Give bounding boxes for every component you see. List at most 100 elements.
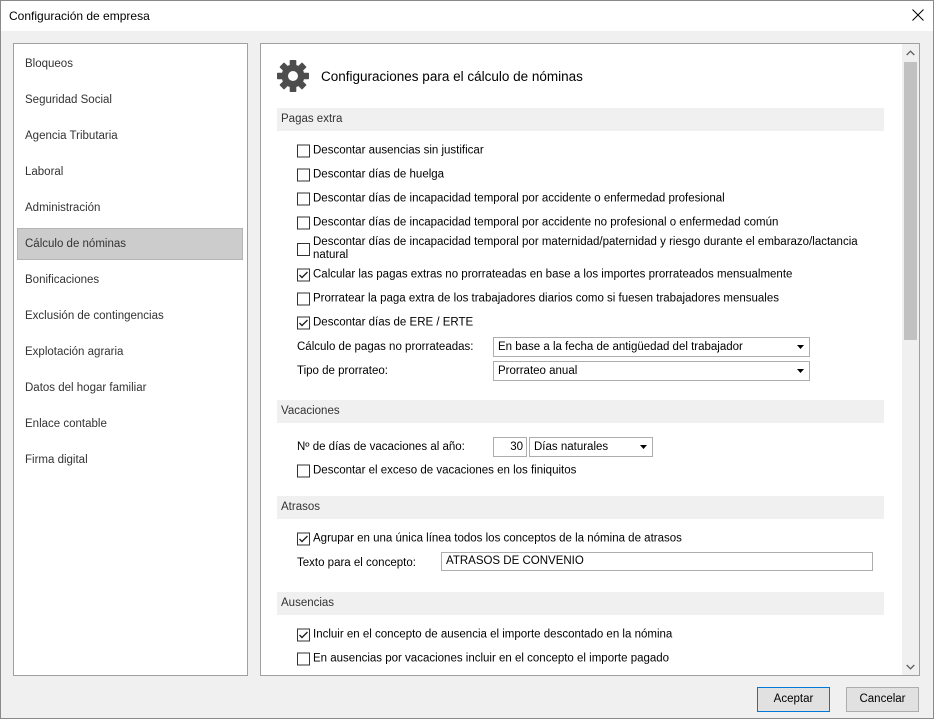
settings-scroll-area: Configuraciones para el cálculo de nómin… bbox=[261, 44, 902, 675]
checkbox-descontar-dias-ere-erte[interactable]: Descontar días de ERE / ERTE bbox=[297, 316, 474, 330]
checkbox[interactable] bbox=[297, 192, 310, 206]
checkbox-label: Descontar días de huelga bbox=[313, 168, 445, 181]
sidebar-item-laboral[interactable]: Laboral bbox=[17, 156, 243, 188]
window-title: Configuración de empresa bbox=[9, 9, 150, 23]
checkmark-icon bbox=[299, 319, 308, 327]
sidebar-item-label: Exclusión de contingencias bbox=[25, 310, 164, 322]
sidebar-item-explotacion-agraria[interactable]: Explotación agraria bbox=[17, 336, 243, 368]
checkbox[interactable] bbox=[297, 652, 310, 666]
sidebar-item-label: Seguridad Social bbox=[25, 94, 112, 106]
checkbox-calcular-pagas-prorrateadas[interactable]: Calcular las pagas extras no prorrateada… bbox=[297, 268, 793, 282]
sidebar-item-label: Laboral bbox=[25, 166, 64, 178]
section-header-atrasos: Atrasos bbox=[277, 496, 884, 519]
checkbox-descontar-it-accidente-no-profesional[interactable]: Descontar días de incapacidad temporal p… bbox=[297, 216, 779, 230]
checkbox-prorratear-paga-trabajadores-diarios[interactable]: Prorratear la paga extra de los trabajad… bbox=[297, 292, 780, 306]
sidebar-item-label: Agencia Tributaria bbox=[25, 130, 118, 142]
title-bar: Configuración de empresa bbox=[0, 0, 934, 31]
sidebar-item-label: Explotación agraria bbox=[25, 346, 124, 358]
checkbox-label: Descontar días de incapacidad temporal p… bbox=[313, 216, 779, 229]
chevron-down-icon bbox=[906, 664, 915, 670]
settings-content-panel: Configuraciones para el cálculo de nómin… bbox=[260, 43, 920, 676]
chevron-up-icon bbox=[906, 49, 915, 55]
checkbox-agrupar-atrasos[interactable]: Agrupar en una única línea todos los con… bbox=[297, 532, 682, 546]
checkbox[interactable] bbox=[297, 216, 310, 230]
dropdown-arrow-icon bbox=[797, 345, 804, 349]
checkbox-label: Descontar ausencias sin justificar bbox=[313, 144, 484, 157]
checkmark-icon bbox=[299, 271, 308, 279]
sidebar-item-label: Datos del hogar familiar bbox=[25, 382, 147, 394]
scroll-down-button[interactable] bbox=[902, 658, 919, 675]
checkbox[interactable] bbox=[297, 316, 310, 330]
close-icon bbox=[912, 9, 924, 21]
texto-concepto-label: Texto para el concepto: bbox=[297, 557, 416, 569]
sidebar-item-label: Firma digital bbox=[25, 454, 88, 466]
sidebar-item-bloqueos[interactable]: Bloqueos bbox=[17, 48, 243, 80]
checkbox[interactable] bbox=[297, 628, 310, 642]
checkbox-descontar-ausencias-sin-justificar[interactable]: Descontar ausencias sin justificar bbox=[297, 144, 484, 158]
sidebar-item-calculo-nominas[interactable]: Cálculo de nóminas bbox=[17, 228, 243, 260]
scrollbar-thumb[interactable] bbox=[904, 62, 917, 340]
checkbox[interactable] bbox=[297, 532, 310, 546]
close-button[interactable] bbox=[906, 4, 930, 26]
settings-category-list: Bloqueos Seguridad Social Agencia Tribut… bbox=[13, 43, 248, 676]
sidebar-item-administracion[interactable]: Administración bbox=[17, 192, 243, 224]
company-settings-dialog: Configuración de empresa Bloqueos Seguri… bbox=[0, 0, 934, 719]
checkbox-descontar-exceso-vacaciones[interactable]: Descontar el exceso de vacaciones en los… bbox=[297, 464, 577, 478]
vertical-scrollbar[interactable] bbox=[902, 44, 919, 675]
sidebar-item-exclusion-contingencias[interactable]: Exclusión de contingencias bbox=[17, 300, 243, 332]
checkbox-descontar-it-maternidad-paternidad[interactable]: Descontar días de incapacidad temporal p… bbox=[297, 236, 873, 262]
sidebar-item-firma-digital[interactable]: Firma digital bbox=[17, 444, 243, 476]
checkbox-label: Descontar días de incapacidad temporal p… bbox=[313, 236, 858, 261]
checkbox-label: Descontar días de incapacidad temporal p… bbox=[313, 192, 725, 205]
tipo-prorrateo-label: Tipo de prorrateo: bbox=[297, 365, 388, 377]
checkbox[interactable] bbox=[297, 268, 310, 282]
texto-concepto-input[interactable]: ATRASOS DE CONVENIO bbox=[441, 552, 873, 571]
checkbox-descontar-dias-huelga[interactable]: Descontar días de huelga bbox=[297, 168, 445, 182]
sidebar-item-bonificaciones[interactable]: Bonificaciones bbox=[17, 264, 243, 296]
sidebar-item-label: Bloqueos bbox=[25, 58, 73, 70]
tipo-prorrateo-dropdown[interactable]: Prorrateo anual bbox=[493, 361, 810, 381]
dropdown-arrow-icon bbox=[640, 445, 647, 449]
checkbox[interactable] bbox=[297, 168, 310, 182]
sidebar-item-datos-hogar-familiar[interactable]: Datos del hogar familiar bbox=[17, 372, 243, 404]
checkbox[interactable] bbox=[297, 144, 310, 158]
checkmark-icon bbox=[299, 631, 308, 639]
dropdown-selected-value: En base a la fecha de antigüedad del tra… bbox=[498, 341, 743, 353]
page-title: Configuraciones para el cálculo de nómin… bbox=[321, 69, 583, 84]
calculo-pagas-label: Cálculo de pagas no prorrateadas: bbox=[297, 341, 474, 353]
checkbox-label: Descontar días de ERE / ERTE bbox=[313, 316, 474, 329]
section-header-ausencias: Ausencias bbox=[277, 592, 884, 615]
dias-vacaciones-label: Nº de días de vacaciones al año: bbox=[297, 441, 465, 453]
checkmark-icon bbox=[299, 535, 308, 543]
checkbox[interactable] bbox=[297, 242, 310, 256]
checkbox[interactable] bbox=[297, 464, 310, 478]
gear-icon bbox=[277, 60, 309, 92]
sidebar-item-agencia-tributaria[interactable]: Agencia Tributaria bbox=[17, 120, 243, 152]
section-header-pagas-extra: Pagas extra bbox=[277, 108, 884, 131]
checkbox-label: Prorratear la paga extra de los trabajad… bbox=[313, 292, 780, 305]
dropdown-selected-value: Días naturales bbox=[534, 441, 609, 453]
section-header-vacaciones: Vacaciones bbox=[277, 400, 884, 423]
checkbox-label: Incluir en el concepto de ausencia el im… bbox=[313, 628, 673, 641]
calculo-pagas-dropdown[interactable]: En base a la fecha de antigüedad del tra… bbox=[493, 337, 810, 357]
checkbox-descontar-it-accidente-profesional[interactable]: Descontar días de incapacidad temporal p… bbox=[297, 192, 725, 206]
cancel-button[interactable]: Cancelar bbox=[846, 687, 919, 712]
dropdown-arrow-icon bbox=[797, 369, 804, 373]
sidebar-item-label: Cálculo de nóminas bbox=[25, 238, 127, 250]
sidebar-item-enlace-contable[interactable]: Enlace contable bbox=[17, 408, 243, 440]
scroll-up-button[interactable] bbox=[902, 44, 919, 61]
sidebar-item-label: Bonificaciones bbox=[25, 274, 100, 286]
tipo-dias-dropdown[interactable]: Días naturales bbox=[529, 437, 653, 457]
sidebar-item-seguridad-social[interactable]: Seguridad Social bbox=[17, 84, 243, 116]
sidebar-item-label: Enlace contable bbox=[25, 418, 107, 430]
accept-button[interactable]: Aceptar bbox=[757, 687, 830, 712]
checkbox[interactable] bbox=[297, 292, 310, 306]
checkbox-label: Descontar el exceso de vacaciones en los… bbox=[313, 464, 577, 477]
checkbox-label: En ausencias por vacaciones incluir en e… bbox=[313, 652, 670, 665]
dias-vacaciones-input[interactable]: 30 bbox=[493, 437, 527, 457]
dropdown-selected-value: Prorrateo anual bbox=[498, 365, 578, 377]
checkbox-incluir-importe-descontado[interactable]: Incluir en el concepto de ausencia el im… bbox=[297, 628, 673, 642]
checkbox-incluir-importe-pagado-vacaciones[interactable]: En ausencias por vacaciones incluir en e… bbox=[297, 652, 670, 666]
sidebar-item-label: Administración bbox=[25, 202, 101, 214]
checkbox-label: Calcular las pagas extras no prorrateada… bbox=[313, 268, 793, 281]
